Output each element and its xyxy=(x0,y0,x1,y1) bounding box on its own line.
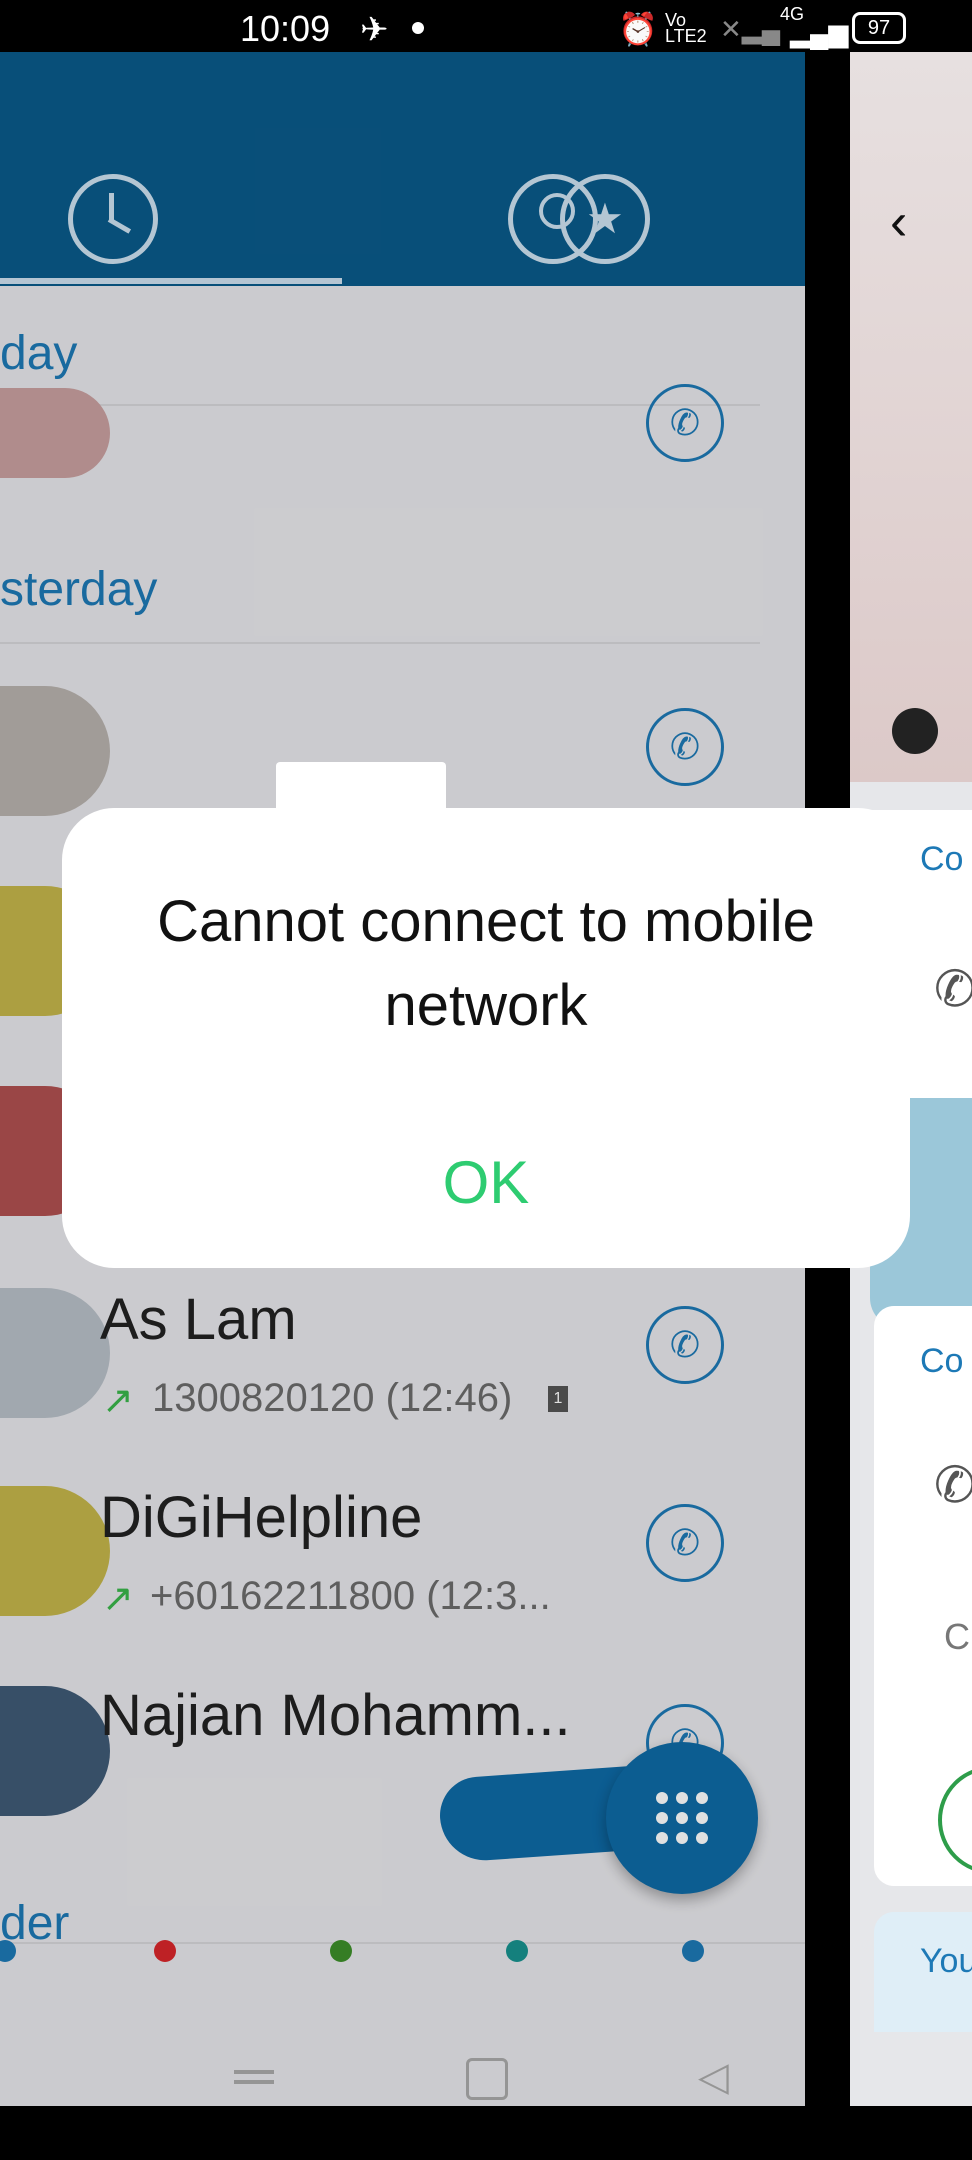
contact-card: You xyxy=(874,1912,972,2032)
card-label: C xyxy=(944,1616,970,1657)
volte-label: Vo LTE2 xyxy=(665,10,707,46)
dialog-tab-mark xyxy=(276,762,446,812)
back-chevron-icon[interactable]: ‹ xyxy=(890,192,907,252)
card-label: Co xyxy=(920,1342,964,1380)
phone-icon[interactable]: ✆ xyxy=(934,1456,972,1514)
alarm-icon: ⏰ xyxy=(618,11,658,47)
bottom-bar xyxy=(0,2106,972,2160)
status-ring-icon xyxy=(938,1766,972,1874)
page-dot xyxy=(892,708,938,754)
signal-sim2-icon: ▂▄▆ xyxy=(790,18,849,48)
error-dialog: Cannot connect to mobile network OK xyxy=(62,762,910,1268)
status-bar: 10:09 ✈ ⏰ Vo LTE2 ✕▂▄ 4G ▂▄▆ 97 xyxy=(0,0,972,52)
notification-icon: ✈ xyxy=(360,11,389,49)
status-time: 10:09 xyxy=(240,8,331,49)
phone-icon[interactable]: ✆ xyxy=(934,960,972,1018)
signal-sim1-icon: ✕▂▄ xyxy=(720,14,781,44)
contact-photo xyxy=(850,52,972,782)
ok-button[interactable]: OK xyxy=(436,1148,536,1217)
card-label: You xyxy=(920,1942,972,1980)
dialog-message: Cannot connect to mobile network xyxy=(157,889,815,1038)
card-label: Co xyxy=(920,840,964,878)
notification-dot-icon xyxy=(412,22,424,34)
battery-indicator: 97 xyxy=(852,12,906,44)
contact-card: Co ✆ C xyxy=(874,1306,972,1886)
